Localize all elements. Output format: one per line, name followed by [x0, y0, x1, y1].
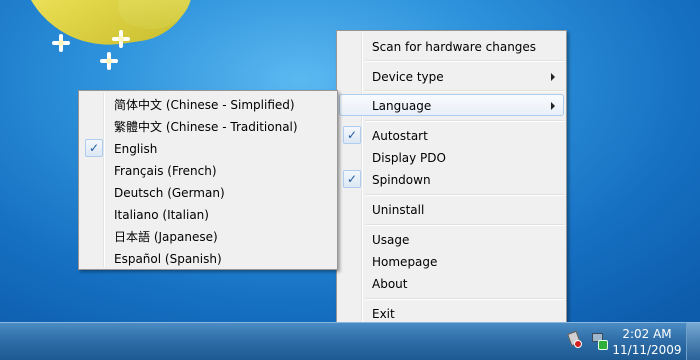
wallpaper-flower: [112, 30, 130, 48]
language-item-italian[interactable]: Italiano (Italian): [81, 203, 335, 225]
clock-time: 2:02 AM: [622, 327, 672, 341]
menu-item-label: Usage: [372, 233, 410, 247]
menu-item-label: About: [372, 277, 408, 291]
menu-item-exit[interactable]: Exit: [339, 302, 564, 324]
menu-separator: [365, 60, 564, 62]
clock-date: 11/11/2009: [612, 343, 682, 357]
menu-separator: [365, 120, 564, 122]
language-submenu: 简体中文 (Chinese - Simplified) 繁體中文 (Chines…: [78, 90, 338, 270]
language-item-chinese-simplified[interactable]: 简体中文 (Chinese - Simplified): [81, 93, 335, 115]
menu-item-label: Uninstall: [372, 203, 425, 217]
menu-item-label: 简体中文 (Chinese - Simplified): [114, 98, 295, 112]
menu-item-uninstall[interactable]: Uninstall: [339, 198, 564, 220]
menu-item-label: English: [114, 142, 158, 156]
menu-item-label: Language: [372, 99, 432, 113]
menu-item-label: 繁體中文 (Chinese - Traditional): [114, 120, 298, 134]
wallpaper-flower: [100, 52, 118, 70]
language-item-german[interactable]: Deutsch (German): [81, 181, 335, 203]
menu-item-label: 日本語 (Japanese): [114, 230, 218, 244]
menu-separator: [365, 194, 564, 196]
wallpaper-flower: [52, 34, 70, 52]
menu-item-label: Device type: [372, 70, 444, 84]
language-item-french[interactable]: Français (French): [81, 159, 335, 181]
tray-context-menu: Scan for hardware changes Device type La…: [336, 30, 567, 325]
submenu-arrow-icon: [551, 73, 555, 81]
menu-item-homepage[interactable]: Homepage: [339, 250, 564, 272]
menu-item-spindown[interactable]: ✓ Spindown: [339, 168, 564, 190]
menu-item-usage[interactable]: Usage: [339, 228, 564, 250]
language-item-japanese[interactable]: 日本語 (Japanese): [81, 225, 335, 247]
menu-item-about[interactable]: About: [339, 272, 564, 294]
menu-item-label: Exit: [372, 307, 395, 321]
menu-item-device-type[interactable]: Device type: [339, 65, 564, 87]
menu-item-autostart[interactable]: ✓ Autostart: [339, 124, 564, 146]
menu-item-language[interactable]: Language: [339, 94, 564, 116]
menu-item-label: Homepage: [372, 255, 438, 269]
menu-separator: [365, 298, 564, 300]
language-item-chinese-traditional[interactable]: 繁體中文 (Chinese - Traditional): [81, 115, 335, 137]
language-item-spanish[interactable]: Español (Spanish): [81, 247, 335, 269]
network-icon[interactable]: [591, 331, 608, 350]
taskbar: 2:02 AM 11/11/2009: [0, 322, 700, 360]
system-clock[interactable]: 2:02 AM 11/11/2009: [612, 326, 682, 358]
language-item-english[interactable]: ✓ English: [81, 137, 335, 159]
show-desktop-button[interactable]: [686, 323, 700, 360]
checkmark-icon: ✓: [85, 139, 103, 157]
menu-item-label: Scan for hardware changes: [372, 40, 537, 54]
submenu-arrow-icon: [551, 102, 555, 110]
menu-item-label: Autostart: [372, 129, 428, 143]
checkmark-icon: ✓: [343, 126, 361, 144]
menu-item-label: Deutsch (German): [114, 186, 225, 200]
menu-item-label: Display PDO: [372, 151, 446, 165]
menu-item-label: Spindown: [372, 173, 431, 187]
menu-item-label: Español (Spanish): [114, 252, 222, 266]
checkmark-icon: ✓: [343, 170, 361, 188]
menu-item-display-pdo[interactable]: Display PDO: [339, 146, 564, 168]
menu-separator: [365, 224, 564, 226]
menu-item-scan-hardware[interactable]: Scan for hardware changes: [339, 35, 564, 57]
usb-eject-icon[interactable]: [567, 330, 583, 349]
menu-item-label: Français (French): [114, 164, 217, 178]
menu-item-label: Italiano (Italian): [114, 208, 209, 222]
menu-separator: [365, 90, 564, 92]
